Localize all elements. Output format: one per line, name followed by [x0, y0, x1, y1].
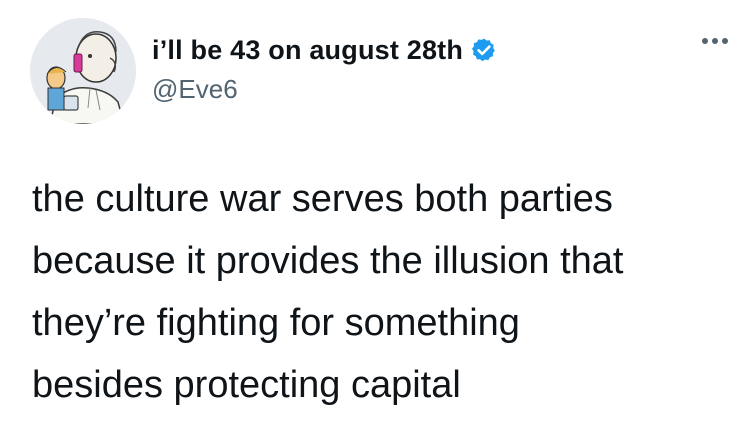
tweet-text-line: they’re fighting for something — [32, 302, 520, 344]
dot-icon — [722, 38, 728, 44]
tweet-text: the culture war serves both parties beca… — [32, 168, 732, 416]
tweet-text-line: besides protecting capital — [32, 364, 461, 406]
dot-icon — [702, 38, 708, 44]
tweet-text-line: the culture war serves both parties — [32, 178, 613, 220]
more-horizontal-icon[interactable] — [702, 38, 728, 44]
tweet-header: i’ll be 43 on august 28th @Eve6 — [152, 32, 497, 105]
tweet-text-line: because it provides the illusion that — [32, 240, 624, 282]
display-name[interactable]: i’ll be 43 on august 28th — [152, 35, 463, 66]
tweet-card: i’ll be 43 on august 28th @Eve6 the cult… — [0, 0, 750, 424]
sketch-portrait-icon — [30, 18, 136, 124]
user-handle[interactable]: @Eve6 — [152, 74, 497, 105]
avatar[interactable] — [30, 18, 136, 124]
verified-badge-icon — [472, 38, 495, 62]
dot-icon — [712, 38, 718, 44]
name-row: i’ll be 43 on august 28th — [152, 32, 497, 68]
